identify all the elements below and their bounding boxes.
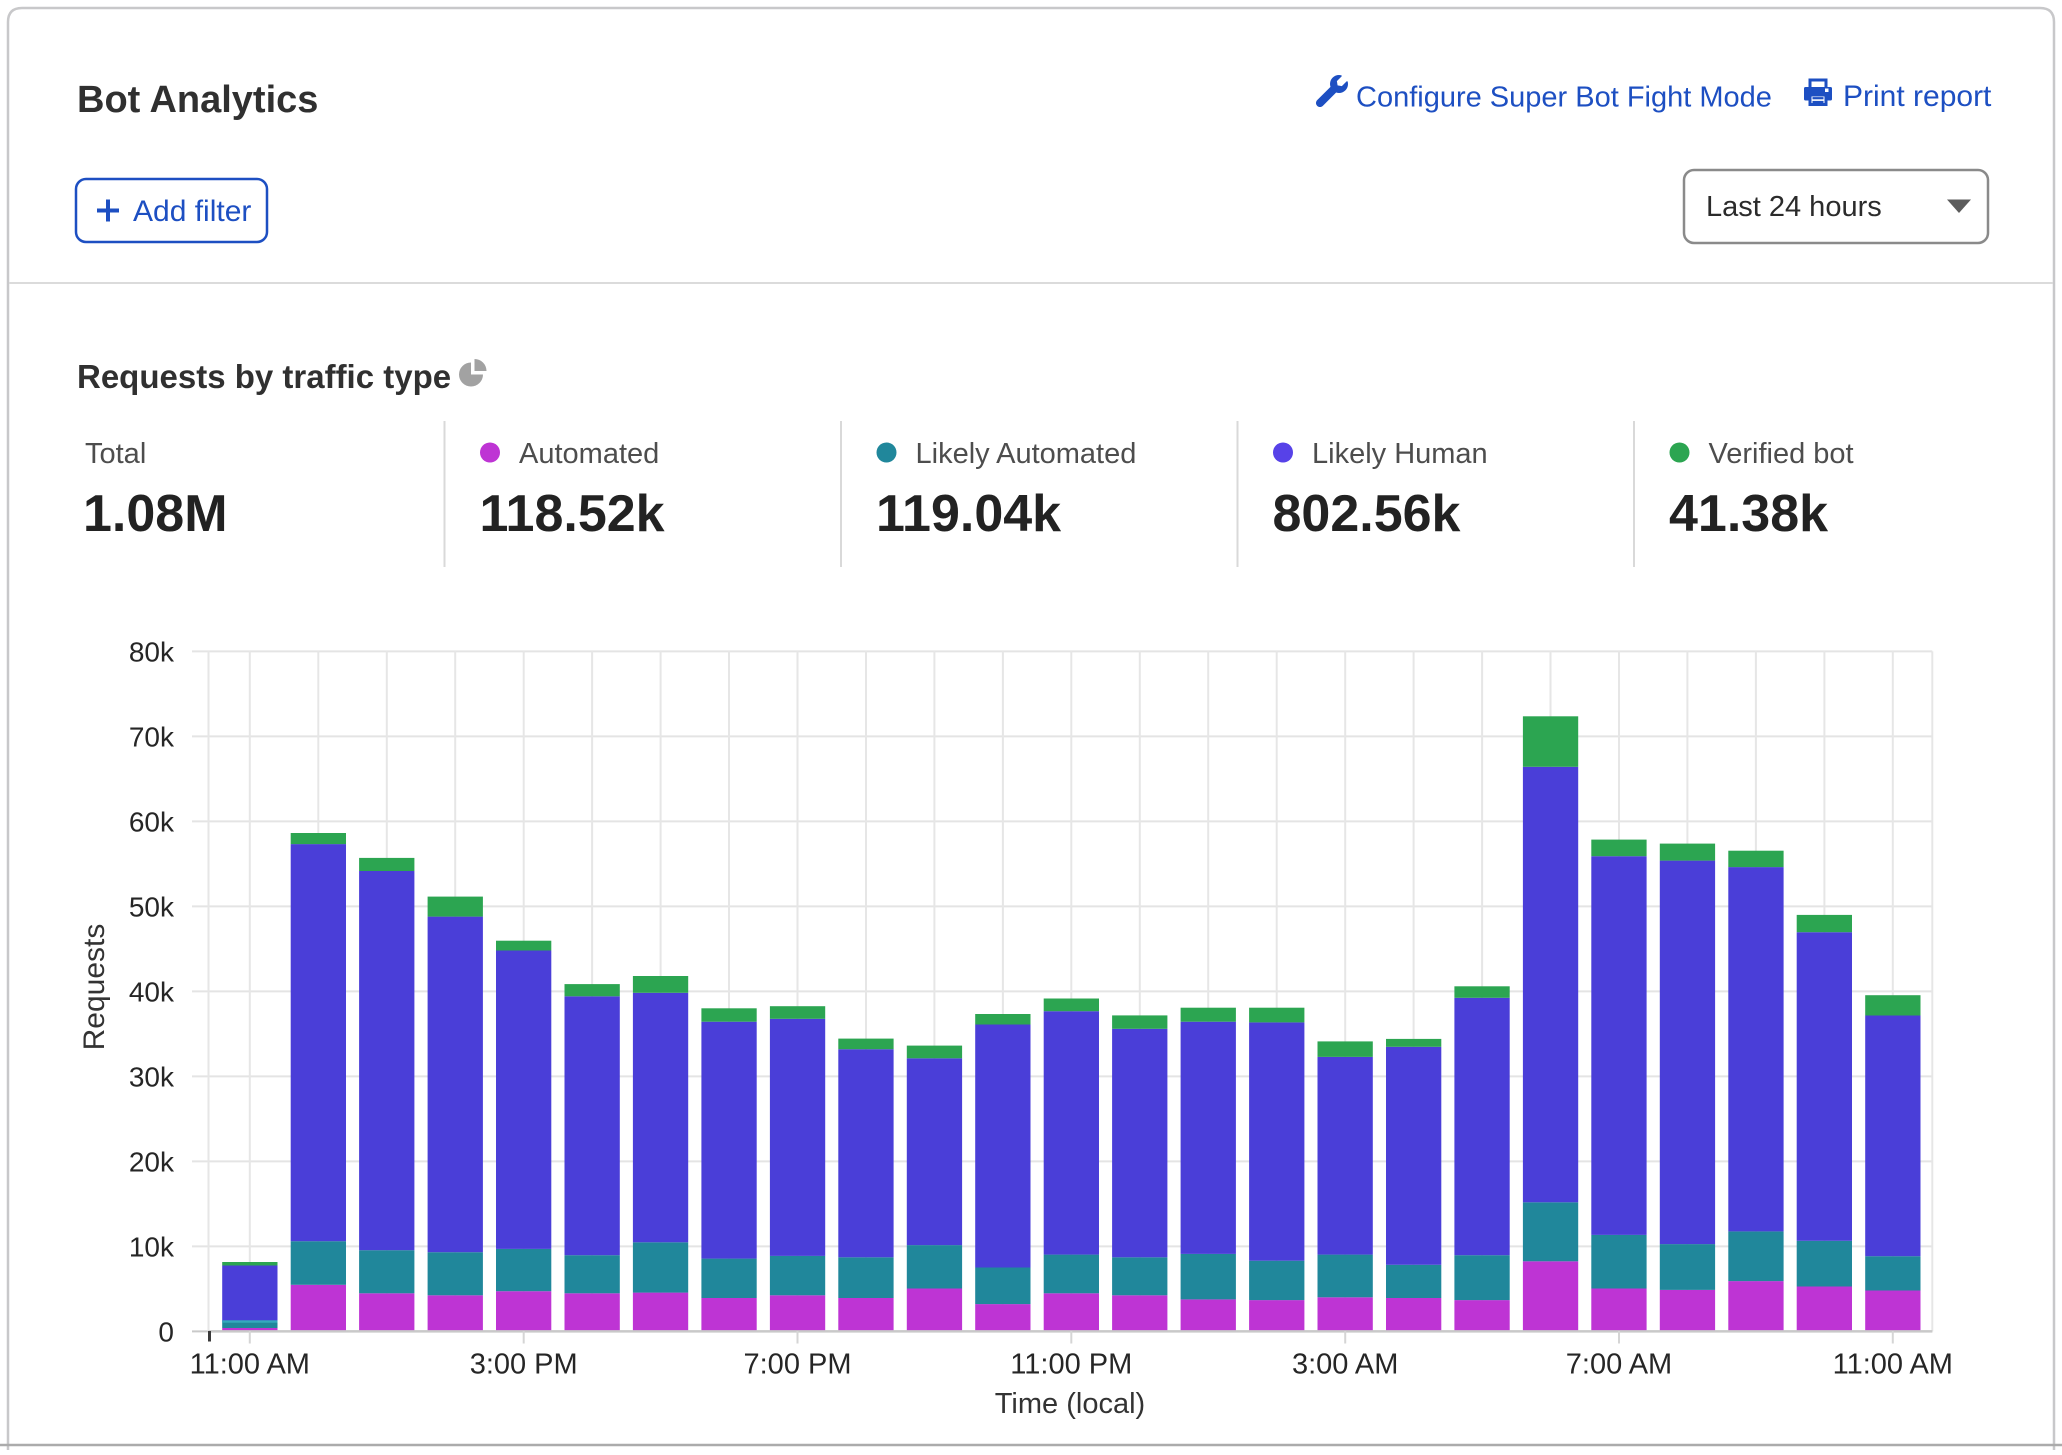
svg-text:41.38k: 41.38k — [1669, 485, 1828, 543]
svg-text:50k: 50k — [129, 891, 175, 922]
svg-text:Verified bot: Verified bot — [1709, 438, 1854, 470]
svg-text:Bot Analytics: Bot Analytics — [77, 79, 318, 121]
svg-text:11:00 AM: 11:00 AM — [190, 1349, 310, 1381]
svg-text:7:00 AM: 7:00 AM — [1566, 1349, 1672, 1381]
svg-text:Add filter: Add filter — [133, 195, 251, 228]
svg-text:118.52k: 118.52k — [480, 485, 665, 543]
svg-text:3:00 AM: 3:00 AM — [1292, 1349, 1398, 1381]
svg-text:Total: Total — [85, 438, 146, 470]
svg-text:3:00 PM: 3:00 PM — [470, 1349, 578, 1381]
svg-text:Print report: Print report — [1843, 80, 1992, 113]
svg-text:1.08M: 1.08M — [83, 485, 228, 543]
svg-text:60k: 60k — [129, 806, 175, 837]
svg-text:20k: 20k — [129, 1146, 175, 1177]
svg-text:802.56k: 802.56k — [1273, 485, 1461, 543]
svg-text:Likely Human: Likely Human — [1312, 438, 1488, 470]
svg-text:Time (local): Time (local) — [995, 1388, 1145, 1420]
svg-text:80k: 80k — [129, 636, 175, 667]
svg-text:Requests by traffic type: Requests by traffic type — [77, 358, 451, 395]
svg-text:40k: 40k — [129, 976, 175, 1007]
svg-text:11:00 PM: 11:00 PM — [1010, 1349, 1132, 1381]
svg-text:Automated: Automated — [519, 438, 659, 470]
svg-text:70k: 70k — [129, 721, 175, 752]
svg-text:30k: 30k — [129, 1061, 175, 1092]
svg-text:7:00 PM: 7:00 PM — [744, 1349, 852, 1381]
svg-text:Likely Automated: Likely Automated — [916, 438, 1137, 470]
svg-text:Configure Super Bot Fight Mode: Configure Super Bot Fight Mode — [1356, 82, 1772, 114]
svg-text:119.04k: 119.04k — [876, 485, 1061, 543]
svg-text:Requests: Requests — [78, 924, 111, 1051]
svg-text:11:00 AM: 11:00 AM — [1833, 1349, 1953, 1381]
svg-text:10k: 10k — [129, 1231, 175, 1262]
svg-text:0: 0 — [158, 1316, 174, 1347]
svg-text:Last 24 hours: Last 24 hours — [1706, 191, 1882, 223]
